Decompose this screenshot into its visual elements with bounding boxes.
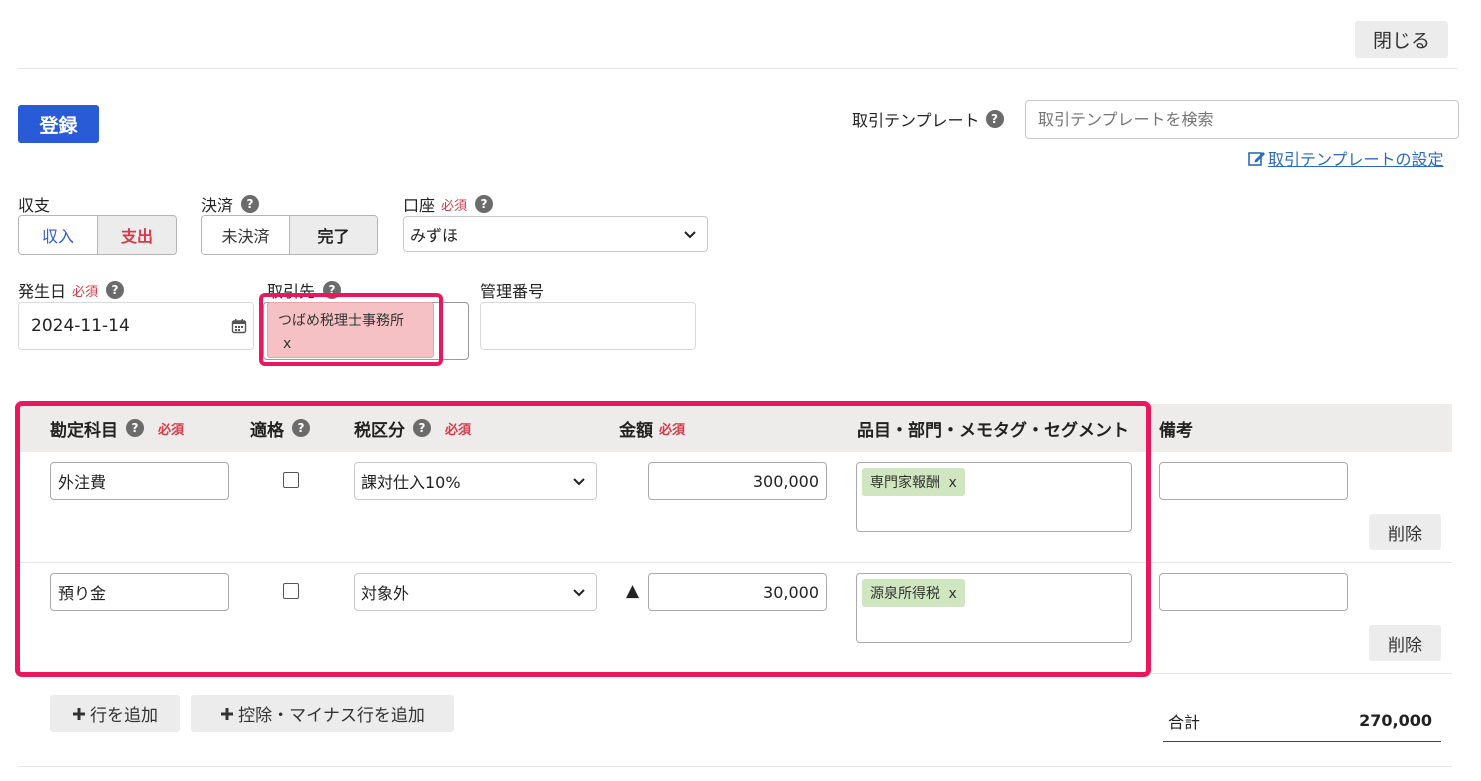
settlement-label: 決済: [201, 196, 234, 215]
income-option[interactable]: 収入: [19, 216, 98, 254]
account-select[interactable]: みずほ: [403, 216, 708, 252]
expense-option[interactable]: 支出: [98, 216, 176, 254]
required-badge: 必須: [441, 198, 468, 214]
total-value: 270,000: [1359, 711, 1432, 730]
add-deduction-row-label: 控除・マイナス行を追加: [238, 706, 425, 726]
account-select-value: みずほ: [410, 226, 459, 245]
add-row-label: 行を追加: [90, 706, 158, 726]
account-label: 口座: [403, 196, 436, 215]
total-label: 合計: [1168, 712, 1201, 732]
template-settings-link[interactable]: 取引テンプレートの設定: [1248, 146, 1444, 170]
date-label-group: 発生日 必須 ?: [18, 278, 125, 302]
control-number-input[interactable]: [480, 302, 696, 350]
delete-row-button[interactable]: 削除: [1369, 625, 1441, 661]
date-value: 2024-11-14: [31, 316, 130, 336]
template-settings-label: 取引テンプレートの設定: [1268, 150, 1444, 169]
income-expense-toggle: 収入 支出: [18, 215, 177, 255]
th-note: 備考: [1159, 420, 1193, 441]
close-button[interactable]: 閉じる: [1355, 21, 1448, 58]
partner-highlight: [259, 293, 443, 366]
template-label: 取引テンプレート: [852, 111, 980, 130]
plus-icon: [221, 707, 234, 720]
help-icon[interactable]: ?: [475, 195, 494, 213]
help-icon[interactable]: ?: [985, 110, 1004, 128]
control-number-label: 管理番号: [480, 282, 545, 301]
template-search-input[interactable]: [1025, 100, 1459, 139]
total-row: 合計 270,000: [1163, 700, 1441, 742]
table-highlight: [15, 401, 1151, 677]
settlement-label-group: 決済 ?: [201, 192, 260, 216]
plus-icon: [73, 707, 85, 720]
date-label: 発生日: [18, 282, 67, 301]
settled-option[interactable]: 完了: [290, 216, 377, 254]
add-deduction-row-button[interactable]: 控除・マイナス行を追加: [191, 695, 454, 732]
date-input[interactable]: 2024-11-14: [18, 302, 254, 350]
income-expense-label: 収支: [18, 196, 51, 215]
required-badge: 必須: [72, 284, 99, 300]
note-input[interactable]: [1159, 462, 1348, 500]
add-row-button[interactable]: 行を追加: [50, 695, 180, 732]
calendar-icon[interactable]: [231, 318, 247, 334]
chevron-down-icon: [684, 231, 696, 239]
register-button[interactable]: 登録: [18, 105, 99, 143]
account-label-group: 口座 必須 ?: [403, 192, 494, 216]
note-input[interactable]: [1159, 573, 1348, 611]
edit-icon: [1248, 152, 1265, 166]
unsettled-option[interactable]: 未決済: [202, 216, 290, 254]
delete-row-button[interactable]: 削除: [1369, 514, 1441, 550]
header-divider: [18, 68, 1458, 69]
settlement-toggle: 未決済 完了: [201, 215, 378, 255]
footer-divider: [18, 766, 1452, 767]
help-icon[interactable]: ?: [241, 195, 260, 213]
template-label-group: 取引テンプレート ?: [852, 106, 1004, 132]
help-icon[interactable]: ?: [106, 281, 125, 299]
